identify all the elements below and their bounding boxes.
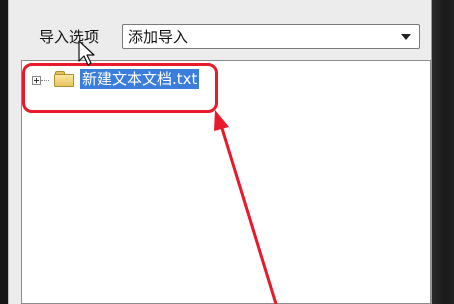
background-right: [432, 0, 454, 304]
import-dialog: 导入选项 添加导入 新建文本文档.txt: [8, 0, 432, 304]
import-options-value: 添加导入: [128, 28, 189, 46]
import-options-select[interactable]: 添加导入: [122, 24, 420, 49]
chevron-down-icon[interactable]: [401, 34, 411, 40]
background-left: [0, 0, 8, 304]
annotation-highlight-box: [22, 63, 218, 113]
mouse-pointer-icon: [78, 40, 95, 66]
